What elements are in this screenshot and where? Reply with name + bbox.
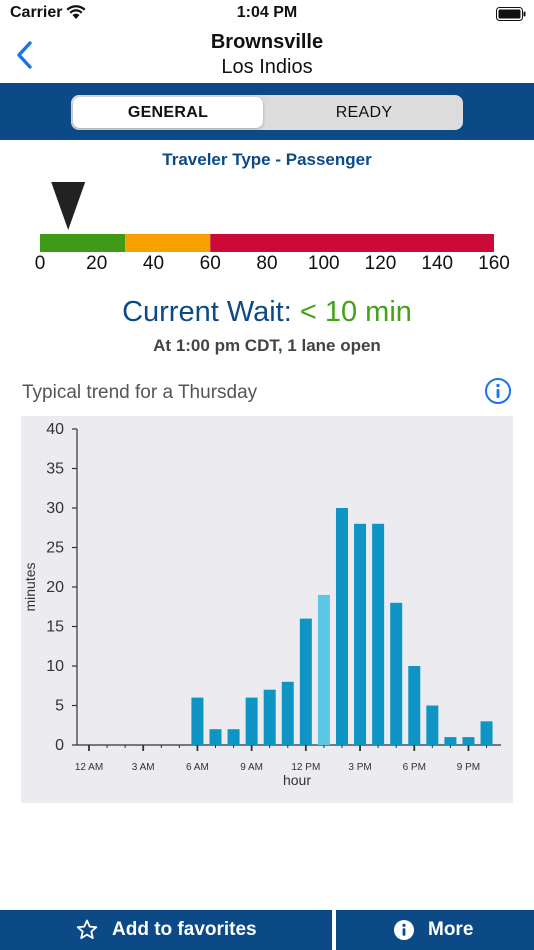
x-tick-label: 9 AM — [240, 762, 263, 773]
clock: 1:04 PM — [236, 4, 298, 21]
chart-bar-15h — [354, 523, 367, 745]
chart-bar-22h — [480, 721, 493, 745]
star-icon — [76, 919, 98, 939]
current-wait-value: < 10 min — [299, 296, 412, 328]
page-subtitle: Los Indios — [221, 56, 313, 78]
wait-detail: At 1:00 pm CDT, 1 lane open — [153, 336, 381, 355]
status-bar: Carrier 1:04 PM — [0, 0, 534, 28]
gauge-tick-label: 140 — [421, 253, 453, 274]
chart-bar-16h — [372, 523, 385, 745]
trend-chart: 0 5 10 15 20 25 30 35 40 12 AM 3 AM 6 AM 9 AM 12 PM 3 … — [21, 416, 513, 803]
chart-bar-11h — [281, 681, 294, 745]
info-icon[interactable] — [484, 377, 512, 405]
info-icon — [394, 920, 414, 940]
y-tick-label: 5 — [55, 698, 64, 715]
chart-bar-12h — [299, 618, 312, 745]
gauge-tick-label: 60 — [200, 253, 221, 274]
gauge-tick-label: 20 — [86, 253, 107, 274]
y-tick-label: 40 — [46, 421, 64, 438]
battery-icon — [496, 7, 526, 21]
segmented-control: GENERAL READY — [71, 95, 463, 130]
segment-bar: GENERAL READY — [0, 83, 534, 140]
y-tick-label: 15 — [46, 619, 64, 636]
y-tick-label: 10 — [46, 658, 64, 675]
chart-bar-21h — [462, 737, 475, 745]
add-to-favorites-label: Add to favorites — [112, 919, 257, 940]
y-tick-label: 20 — [46, 579, 64, 596]
app-screen: Carrier 1:04 PM Brownsville Los Indios G… — [0, 0, 534, 950]
gauge-tick-label: 40 — [143, 253, 164, 274]
x-tick-label: 3 PM — [348, 762, 371, 773]
chart-bar-7h — [209, 729, 222, 745]
chart-bar-13h — [317, 594, 330, 745]
add-to-favorites-button[interactable]: Add to favorites — [0, 910, 332, 950]
gauge-segment-1 — [125, 234, 211, 252]
navigation-bar: Brownsville Los Indios — [0, 28, 534, 83]
more-button[interactable]: More — [336, 910, 534, 950]
chart-bar-6h — [191, 697, 204, 745]
y-tick-label: 30 — [46, 500, 64, 517]
y-tick-label: 35 — [46, 461, 64, 478]
y-tick-label: 25 — [46, 540, 64, 557]
chart-bar-8h — [227, 729, 240, 745]
gauge-tick-label: 0 — [35, 253, 46, 274]
tab-ready[interactable]: READY — [267, 97, 461, 128]
gauge-tick-label: 80 — [256, 253, 277, 274]
gauge-segment-2 — [210, 234, 494, 252]
current-wait: Current Wait: < 10 min — [0, 296, 534, 329]
y-tick-label: 0 — [55, 737, 64, 754]
chart-bar-20h — [444, 737, 457, 745]
wait-gauge: 0 20 40 60 80 100 120 140 160 — [35, 182, 510, 274]
chart-bar-14h — [335, 508, 348, 745]
trend-chart-svg: 051015202530354012 AM 3 AM 6 AM 9 AM 12 PM 3 … — [22, 421, 501, 788]
traveler-type-label: Traveler Type - Passenger — [162, 150, 372, 169]
tab-general[interactable]: GENERAL — [73, 97, 263, 128]
gauge-tick-label: 100 — [308, 253, 340, 274]
x-tick-label: 9 PM — [457, 762, 480, 773]
y-axis-title: minutes — [22, 562, 38, 611]
gauge-pointer-icon — [51, 182, 86, 230]
chart-bar-9h — [245, 697, 258, 745]
x-tick-label: 12 AM — [75, 762, 103, 773]
x-tick-label: 3 AM — [132, 762, 155, 773]
trend-title: Typical trend for a Thursday — [22, 382, 258, 403]
chart-bar-19h — [426, 705, 439, 745]
current-wait-label: Current Wait: — [122, 296, 292, 328]
page-title: Brownsville — [210, 31, 324, 53]
chart-bar-17h — [390, 602, 403, 745]
gauge-segment-0 — [40, 234, 126, 252]
x-tick-label: 6 PM — [403, 762, 426, 773]
chart-bar-18h — [408, 666, 421, 745]
bottom-toolbar: Add to favorites More — [0, 910, 534, 950]
gauge-tick-label: 160 — [478, 253, 510, 274]
x-tick-label: 6 AM — [186, 762, 209, 773]
x-axis-title: hour — [283, 772, 311, 788]
more-label: More — [428, 919, 474, 940]
chart-bar-10h — [263, 689, 276, 745]
gauge-tick-label: 120 — [365, 253, 397, 274]
